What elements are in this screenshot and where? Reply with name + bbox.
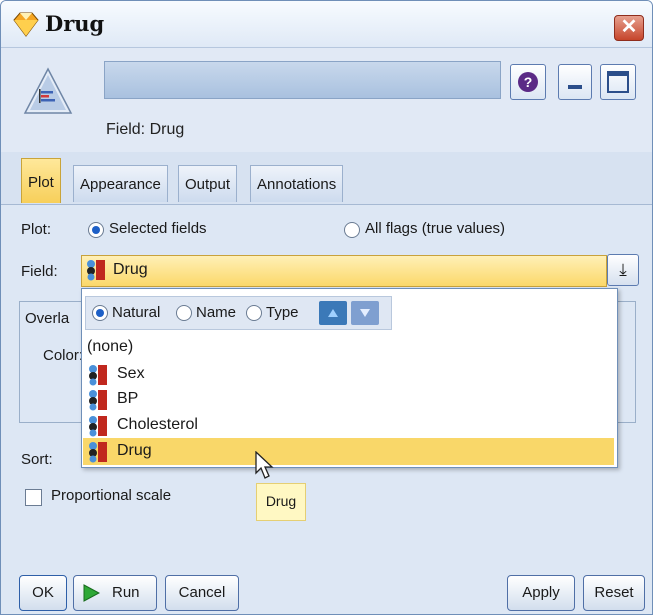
distribution-node-icon [23, 67, 73, 114]
cancel-button-label: Cancel [178, 584, 226, 601]
maximize-icon [607, 71, 629, 93]
sort-natural-label: Natural [112, 304, 161, 321]
list-item[interactable]: Sex [87, 361, 614, 388]
apply-button[interactable]: Apply [507, 575, 575, 611]
maximize-button[interactable] [600, 64, 636, 100]
arrow-up-icon [328, 309, 338, 317]
close-button[interactable]: ✕ [614, 15, 644, 41]
flag-field-icon [87, 260, 105, 281]
list-item-label: BP [117, 390, 139, 407]
list-item[interactable]: BP [87, 386, 614, 413]
overlay-group-label: Overla [25, 310, 70, 327]
list-item-selected[interactable]: Drug [83, 438, 614, 465]
title-bar[interactable]: Drug ✕ [1, 1, 652, 48]
list-item-label: (none) [87, 338, 134, 355]
selected-fields-label: Selected fields [109, 220, 207, 237]
dialog-window: Drug ✕ Field: Drug ? Plot Appearance Out… [0, 0, 653, 615]
sort-type-label: Type [266, 304, 299, 321]
sort-descending-button[interactable] [351, 301, 379, 325]
sort-name-label: Name [196, 304, 237, 321]
ok-button[interactable]: OK [19, 575, 67, 611]
cancel-button[interactable]: Cancel [165, 575, 239, 611]
tab-output[interactable]: Output [178, 165, 238, 202]
flag-field-icon [89, 416, 107, 437]
node-name-box[interactable] [104, 61, 501, 99]
help-button[interactable]: ? [510, 64, 546, 100]
list-item-label: Drug [117, 442, 152, 459]
field-picker-button[interactable]: ⤓ [607, 254, 639, 286]
field-value: Drug [113, 261, 148, 278]
field-select[interactable] [81, 255, 607, 287]
minimize-button[interactable] [558, 64, 592, 100]
radio-selected-fields[interactable] [88, 222, 104, 238]
close-icon: ✕ [620, 16, 638, 38]
proportional-scale-label: Proportional scale [51, 487, 172, 504]
field-label: Field: [21, 263, 58, 280]
list-item[interactable]: Cholesterol [87, 412, 614, 439]
field-caption: Field: Drug [106, 121, 185, 138]
list-item[interactable]: (none) [87, 334, 614, 361]
mouse-pointer-icon [255, 451, 274, 479]
all-flags-label: All flags (true values) [365, 220, 506, 237]
run-button-label: Run [112, 584, 140, 601]
sort-ascending-button[interactable] [319, 301, 347, 325]
run-icon [83, 584, 100, 602]
ok-button-label: OK [32, 584, 54, 601]
tab-appearance[interactable]: Appearance [73, 165, 168, 202]
help-icon: ? [518, 72, 538, 92]
proportional-scale-checkbox[interactable] [25, 489, 42, 506]
apply-button-label: Apply [522, 584, 560, 601]
arrow-down-icon [360, 309, 370, 317]
reset-button[interactable]: Reset [583, 575, 645, 611]
reset-button-label: Reset [594, 584, 634, 601]
list-item-label: Sex [117, 365, 145, 382]
run-button[interactable]: Run [73, 575, 157, 611]
radio-all-flags[interactable] [344, 222, 360, 238]
radio-sort-name[interactable] [176, 305, 192, 321]
window-title: Drug [45, 11, 105, 36]
minimize-icon [568, 85, 582, 89]
field-picker-icon: ⤓ [619, 260, 627, 279]
svg-text:?: ? [524, 74, 533, 90]
diamond-node-icon [13, 12, 39, 37]
tab-plot[interactable]: Plot [21, 158, 61, 203]
tooltip: Drug [256, 483, 306, 521]
list-item-label: Cholesterol [117, 416, 198, 433]
flag-field-icon [89, 365, 107, 386]
plot-label: Plot: [21, 221, 52, 238]
radio-sort-type[interactable] [246, 305, 262, 321]
color-label: Color: [43, 347, 84, 364]
sort-label: Sort: [21, 451, 53, 468]
radio-sort-natural[interactable] [92, 305, 108, 321]
tab-annotations[interactable]: Annotations [250, 165, 344, 202]
flag-field-icon [89, 442, 107, 463]
flag-field-icon [89, 390, 107, 411]
